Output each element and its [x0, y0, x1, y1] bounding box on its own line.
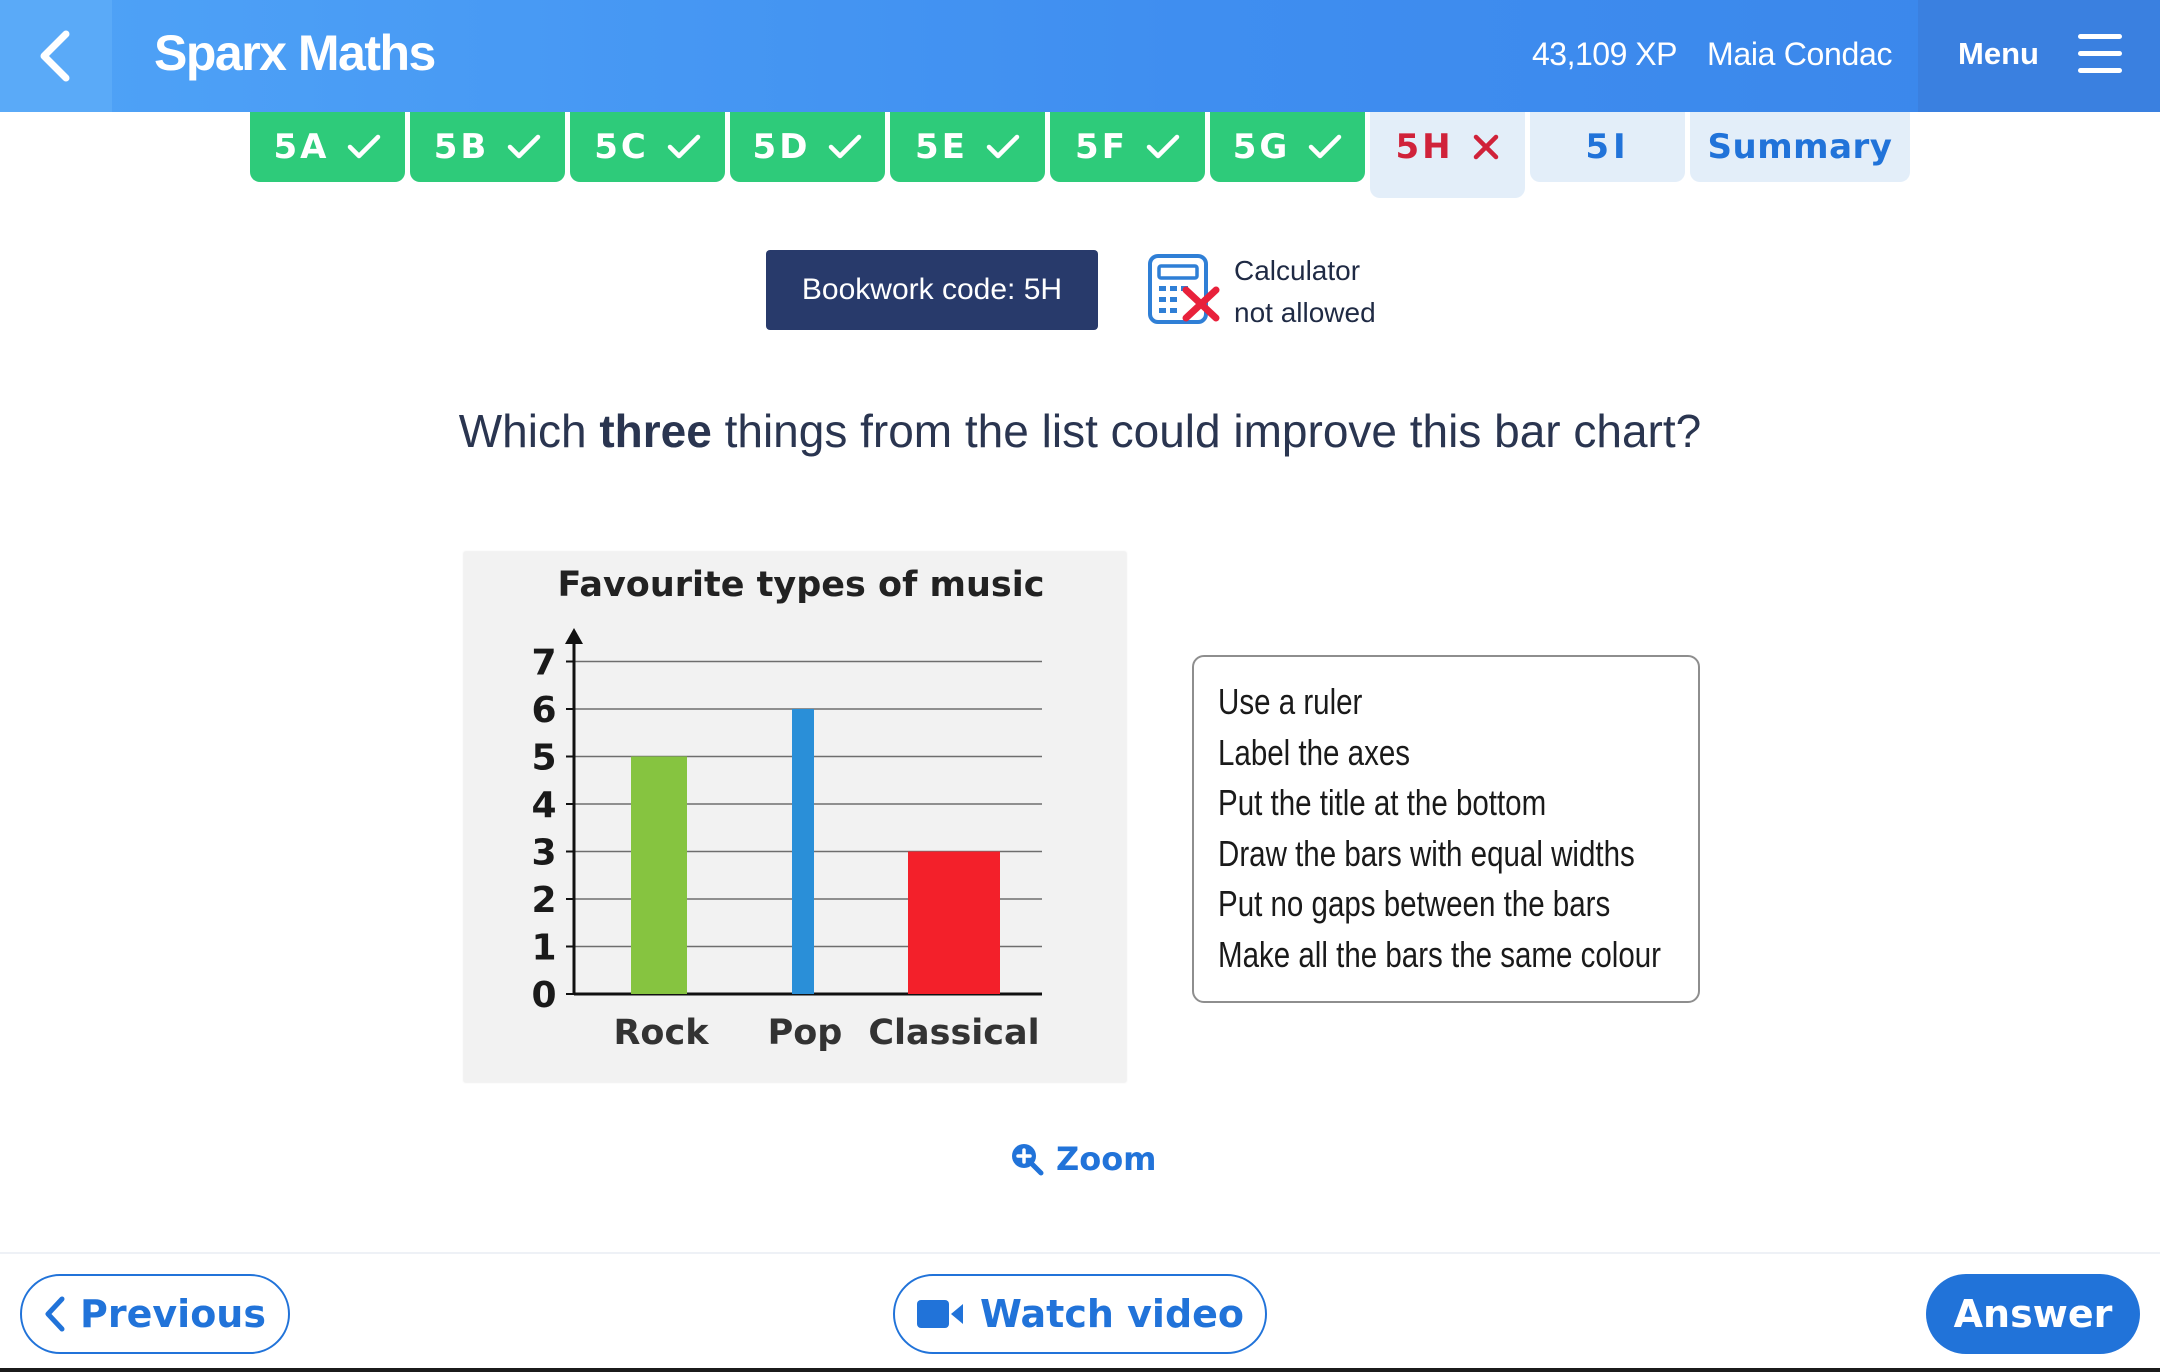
- bar-chart-image: Favourite types of music 0 1 2 3 4 5 6 7 Rock Po…: [464, 552, 1126, 1082]
- question-before: Which: [458, 405, 600, 457]
- option-item: Label the axes: [1218, 731, 1411, 773]
- zoom-button[interactable]: Zoom: [1010, 1140, 1157, 1178]
- y-tick-label: 1: [531, 928, 556, 969]
- tab-5a[interactable]: 5A: [250, 112, 405, 182]
- cross-icon: [1473, 134, 1498, 160]
- question-bold: three: [599, 405, 712, 457]
- chart-x-ticks: Rock Pop Classical: [613, 1013, 1039, 1053]
- x-tick-label: Pop: [768, 1013, 843, 1053]
- option-item: Put the title at the bottom: [1218, 782, 1547, 823]
- x-tick-label: Classical: [868, 1013, 1039, 1053]
- user-name: Maia Condac: [1707, 36, 1893, 72]
- tab-label: 5D: [752, 127, 811, 167]
- calculator-line-1: Calculator: [1234, 255, 1361, 286]
- y-tick-label: 5: [531, 738, 556, 779]
- options-box: Use a ruler Label the axes Put the title…: [1192, 655, 1700, 1003]
- menu-label: Menu: [1958, 36, 2039, 71]
- y-tick-label: 4: [531, 785, 556, 826]
- tab-5h[interactable]: 5H: [1370, 112, 1525, 198]
- watch-video-button[interactable]: Watch video: [893, 1274, 1267, 1354]
- watch-video-label: Watch video: [979, 1292, 1245, 1336]
- zoom-label: Zoom: [1056, 1140, 1157, 1178]
- tab-label: 5I: [1585, 127, 1630, 167]
- y-tick-label: 7: [531, 643, 556, 684]
- tab-label: 5B: [433, 127, 490, 167]
- bottom-edge: [0, 1368, 2160, 1372]
- question-after: things from the list could improve this …: [711, 405, 1702, 457]
- previous-label: Previous: [80, 1292, 266, 1336]
- video-camera-icon: [916, 1300, 963, 1328]
- app-title: Sparx Maths: [154, 25, 436, 81]
- tab-5b[interactable]: 5B: [410, 112, 565, 182]
- bar: [792, 709, 814, 994]
- back-button[interactable]: [0, 0, 112, 112]
- tab-5i[interactable]: 5I: [1530, 112, 1685, 182]
- tab-5d[interactable]: 5D: [730, 112, 885, 182]
- tab-label: 5F: [1075, 127, 1128, 167]
- menu-button[interactable]: Menu: [1918, 0, 2160, 112]
- tab-label: 5H: [1395, 127, 1454, 167]
- checkmark-icon: [348, 134, 381, 159]
- tab-label: 5E: [915, 127, 968, 167]
- bar: [631, 756, 687, 994]
- tab-5e[interactable]: 5E: [890, 112, 1045, 182]
- tab-5c[interactable]: 5C: [570, 112, 725, 182]
- option-item: Make all the bars the same colour: [1218, 933, 1662, 975]
- footer-divider: [0, 1252, 2160, 1254]
- option-item: Put no gaps between the bars: [1218, 883, 1611, 924]
- y-tick-label: 3: [531, 833, 556, 874]
- bar-chart: Favourite types of music 0 1 2 3 4 5 6 7 Rock Po…: [531, 565, 1045, 1053]
- option-item: Use a ruler: [1218, 681, 1363, 722]
- calculator-line-2: not allowed: [1234, 297, 1376, 328]
- question-text: Which three things from the list could i…: [0, 404, 2160, 458]
- y-tick-label: 0: [531, 975, 556, 1016]
- zoom-in-icon: [1012, 1144, 1044, 1176]
- checkmark-icon: [829, 134, 862, 159]
- xp-counter: 43,109 XP: [1532, 36, 1677, 72]
- tab-label: 5C: [594, 127, 649, 167]
- y-axis-arrow: [565, 628, 583, 644]
- y-tick-label: 6: [531, 690, 556, 731]
- chevron-left-icon: [40, 30, 70, 82]
- checkmark-icon: [1146, 134, 1180, 159]
- bar: [908, 851, 1000, 994]
- bookwork-code: Bookwork code: 5H: [766, 250, 1098, 330]
- tab-label: 5G: [1232, 127, 1291, 167]
- chart-title: Favourite types of music: [558, 565, 1045, 605]
- previous-button[interactable]: Previous: [20, 1274, 290, 1354]
- checkmark-icon: [508, 134, 541, 159]
- checkmark-icon: [1309, 134, 1342, 159]
- chart-y-ticks: 0 1 2 3 4 5 6 7: [531, 643, 574, 1016]
- calculator-not-allowed-icon: [1148, 254, 1220, 324]
- y-tick-label: 2: [531, 880, 556, 921]
- top-bar: Sparx Maths 43,109 XP Maia Condac Menu: [0, 0, 2160, 112]
- calculator-status: Calculator not allowed: [1234, 250, 1376, 334]
- tab-label: Summary: [1707, 127, 1893, 167]
- tab-5g[interactable]: 5G: [1210, 112, 1365, 182]
- tab-summary[interactable]: Summary: [1690, 112, 1910, 182]
- answer-label: Answer: [1953, 1292, 2113, 1336]
- x-tick-label: Rock: [613, 1013, 709, 1053]
- checkmark-icon: [986, 134, 1020, 159]
- hamburger-icon: [2078, 34, 2122, 74]
- chevron-left-icon: [45, 1296, 65, 1332]
- tab-5f[interactable]: 5F: [1050, 112, 1205, 182]
- answer-button[interactable]: Answer: [1926, 1274, 2140, 1354]
- option-item: Draw the bars with equal widths: [1218, 832, 1635, 874]
- checkmark-icon: [667, 134, 701, 159]
- tab-label: 5A: [273, 127, 330, 167]
